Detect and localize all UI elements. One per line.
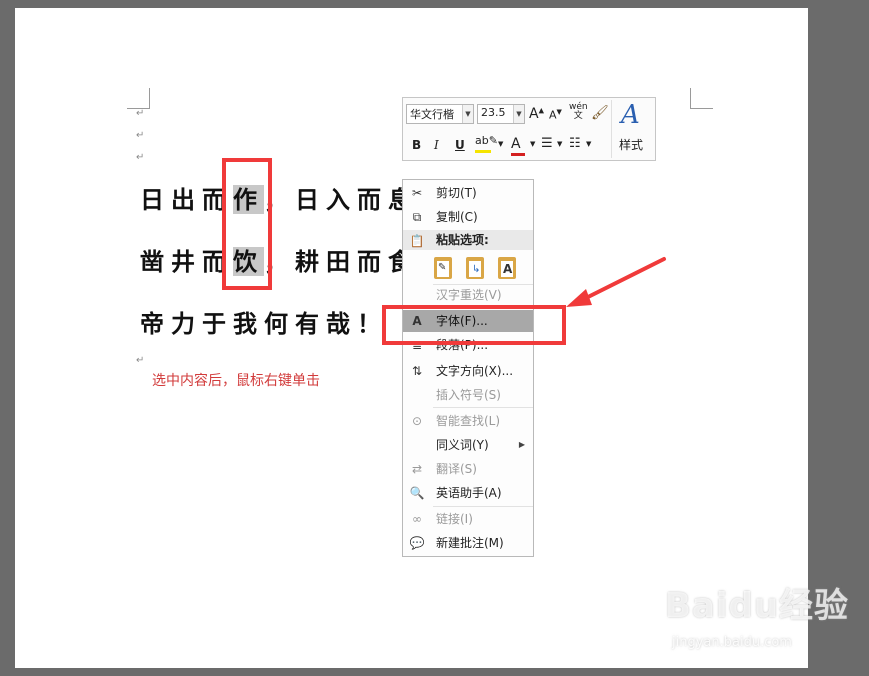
menu-item-label: 文字方向(X)... xyxy=(436,364,514,378)
poem-line-2[interactable]: 凿井而饮，耕田而食 xyxy=(140,242,419,277)
highlighter-icon: ab✎ xyxy=(475,134,498,147)
menu-item-label: 插入符号(S) xyxy=(436,388,501,402)
menu-separator xyxy=(433,506,533,507)
poem-line-1[interactable]: 日出而作，日入而息 xyxy=(140,180,419,215)
clipboard-brush-icon: ✎ xyxy=(434,257,452,279)
menu-item-insert-symbol: 插入符号(S) xyxy=(403,384,533,406)
paragraph-mark: ↵ xyxy=(136,355,145,366)
menu-item-synonyms[interactable]: 同义词(Y) ▶ xyxy=(403,434,533,456)
menu-item-text-direction[interactable]: ⇅ 文字方向(X)... xyxy=(403,360,533,382)
link-icon: ∞ xyxy=(412,512,422,526)
menu-item-label: 剪切(T) xyxy=(436,186,477,200)
text-direction-icon: ⇅ xyxy=(411,364,423,378)
font-color-icon: A xyxy=(511,136,521,152)
annotation-arrow xyxy=(566,257,666,307)
paragraph-mark: ↵ xyxy=(136,130,145,141)
menu-item-label: 汉字重选(V) xyxy=(436,288,502,302)
menu-item-cut[interactable]: ✂ 剪切(T) xyxy=(403,182,533,204)
highlight-color-bar xyxy=(475,150,491,153)
chevron-down-icon[interactable]: ▼ xyxy=(513,105,524,123)
paste-options-header: 📋 粘贴选项: xyxy=(403,230,533,250)
font-item-highlight-box xyxy=(382,305,566,345)
new-comment-icon: 💬 xyxy=(409,536,425,550)
menu-item-label: 智能查找(L) xyxy=(436,414,501,428)
menu-item-label: 英语助手(A) xyxy=(436,486,502,500)
annotation-caption: 选中内容后，鼠标右键单击 xyxy=(152,373,320,389)
copy-icon: ⧉ xyxy=(412,210,422,224)
phonetic-guide-button[interactable]: wén 文 xyxy=(569,103,588,121)
chevron-down-icon[interactable]: ▼ xyxy=(586,140,591,148)
menu-item-label: 粘贴选项: xyxy=(436,233,489,247)
menu-item-label: 同义词(Y) xyxy=(436,438,489,452)
poem-text: 日出而 xyxy=(140,185,233,214)
menu-item-copy[interactable]: ⧉ 复制(C) xyxy=(403,206,533,228)
styles-icon[interactable]: A xyxy=(621,100,640,130)
menu-item-translate: ⇄ 翻译(S) xyxy=(403,458,533,480)
menu-item-smart-lookup: ⊙ 智能查找(L) xyxy=(403,410,533,432)
grow-font-button[interactable]: A▲ xyxy=(529,106,544,122)
paragraph-mark: ↵ xyxy=(136,108,145,119)
baidu-watermark-url: jingyan.baidu.com xyxy=(672,635,792,650)
poem-text: ，耕田而食 xyxy=(264,247,419,276)
menu-separator xyxy=(433,407,533,408)
baidu-watermark-logo: Baidu经验 xyxy=(665,586,850,626)
menu-item-label: 翻译(S) xyxy=(436,462,477,476)
menu-item-label: 复制(C) xyxy=(436,210,478,224)
menu-item-english-assistant[interactable]: 🔍 英语助手(A) xyxy=(403,482,533,504)
smart-lookup-icon: ⊙ xyxy=(411,414,423,428)
chevron-down-icon[interactable]: ▼ xyxy=(530,140,535,148)
font-size-value: 23.5 xyxy=(481,106,506,119)
font-size-select[interactable]: 23.5 ▼ xyxy=(477,104,525,124)
scissors-icon: ✂ xyxy=(411,186,423,200)
menu-item-label: 新建批注(M) xyxy=(436,536,504,550)
mini-toolbar: 华文行楷 ▼ 23.5 ▼ A▲ A▼ wén 文 🖌 B I U ab✎ ▼ A… xyxy=(402,97,656,161)
shrink-font-button[interactable]: A▼ xyxy=(549,108,562,122)
font-name-value: 华文行楷 xyxy=(410,108,454,121)
chevron-right-icon: ▶ xyxy=(518,440,525,449)
context-menu: ✂ 剪切(T) ⧉ 复制(C) 📋 粘贴选项: ✎ ↳ A 汉字重选(V) A … xyxy=(402,179,534,557)
english-assistant-icon: 🔍 xyxy=(409,486,425,500)
poem-text: 帝力于我何有哉！ xyxy=(140,309,388,338)
divider xyxy=(611,100,612,158)
paste-text-only-button[interactable]: A xyxy=(495,254,519,282)
margin-corner-top-left xyxy=(127,88,150,109)
underline-button[interactable]: U xyxy=(455,138,465,152)
selection-highlight-box xyxy=(222,158,272,290)
menu-item-new-comment[interactable]: 💬 新建批注(M) xyxy=(403,532,533,554)
translate-icon: ⇄ xyxy=(411,462,423,476)
bullets-icon[interactable]: ☰ xyxy=(541,136,553,151)
menu-item-label: 链接(I) xyxy=(436,512,473,526)
font-color-bar xyxy=(511,153,525,156)
chevron-down-icon[interactable]: ▼ xyxy=(557,140,562,148)
paste-icon: 📋 xyxy=(409,234,425,248)
font-color-button[interactable]: A xyxy=(511,136,525,156)
poem-text: 凿井而 xyxy=(140,247,233,276)
highlight-button[interactable]: ab✎ xyxy=(475,134,498,153)
clipboard-text-icon: A xyxy=(498,257,516,279)
poem-text: ，日入而息 xyxy=(264,185,419,214)
paste-keep-source-formatting-button[interactable]: ✎ xyxy=(431,254,455,282)
poem-line-3[interactable]: 帝力于我何有哉！ xyxy=(140,304,388,339)
numbering-icon[interactable]: ☷ xyxy=(569,136,581,151)
menu-item-reselect-chinese: 汉字重选(V) xyxy=(403,284,533,306)
bold-button[interactable]: B xyxy=(412,138,421,152)
margin-corner-top-right xyxy=(690,88,713,109)
menu-item-link: ∞ 链接(I) xyxy=(403,508,533,530)
format-painter-button[interactable]: 🖌 xyxy=(591,105,609,121)
italic-button[interactable]: I xyxy=(434,138,439,152)
chevron-down-icon[interactable]: ▼ xyxy=(462,105,473,123)
paragraph-mark: ↵ xyxy=(136,152,145,163)
paste-merge-formatting-button[interactable]: ↳ xyxy=(463,254,487,282)
grow-font-icon: A xyxy=(529,106,539,122)
clipboard-arrow-icon: ↳ xyxy=(466,257,484,279)
font-name-select[interactable]: 华文行楷 ▼ xyxy=(406,104,474,124)
format-painter-icon: 🖌 xyxy=(591,105,609,121)
shrink-font-icon: A xyxy=(549,108,557,122)
phonetic-guide-icon: wén xyxy=(569,102,588,112)
chevron-down-icon[interactable]: ▼ xyxy=(498,140,503,148)
styles-button-label[interactable]: 样式 xyxy=(619,136,643,153)
